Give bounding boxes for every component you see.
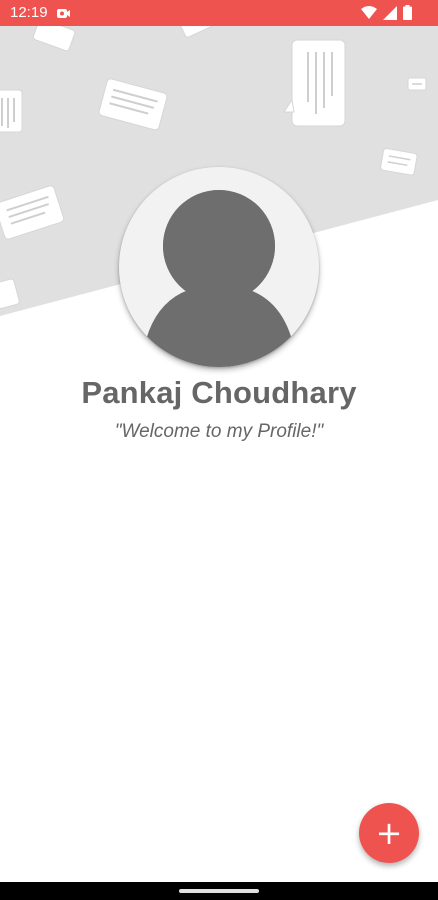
add-icon: + [375,814,403,852]
battery-icon [403,5,412,24]
home-handle[interactable] [179,889,259,893]
profile-avatar[interactable] [119,167,319,367]
status-bar: 12:19 [0,0,438,26]
wifi-icon [361,5,377,24]
profile-tagline: "Welcome to my Profile!" [114,421,324,442]
status-time: 12:19 [10,4,48,21]
profile-name: Pankaj Choudhary [81,375,357,410]
person-silhouette-icon [141,190,297,367]
add-button[interactable]: + [359,803,419,863]
notification-icon [56,6,70,20]
signal-icon [383,5,397,24]
status-icons [361,5,412,24]
navigation-bar [0,882,438,900]
